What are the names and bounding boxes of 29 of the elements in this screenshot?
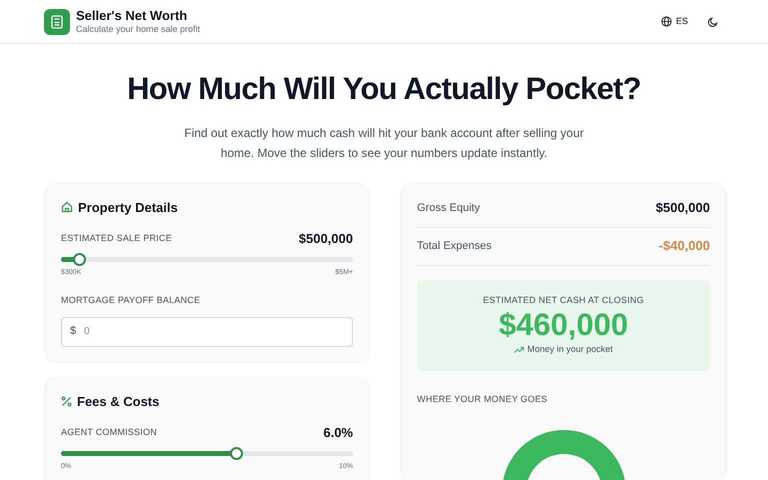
net-cash-label: ESTIMATED NET CASH AT CLOSING	[483, 294, 644, 306]
net-cash-amount: $460,000	[498, 307, 628, 343]
summary-amount: -$40,000	[658, 237, 710, 256]
slider-value: 6.0%	[323, 424, 353, 442]
page-heading: How Much Will You Actually Pocket?	[127, 70, 641, 108]
slider-thumb[interactable]	[230, 446, 244, 460]
card-title: Property Details	[78, 198, 178, 217]
percent-icon	[61, 396, 72, 407]
moon-icon	[708, 16, 718, 26]
globe-icon	[660, 16, 672, 27]
slider-value: $500,000	[298, 230, 353, 248]
slider-label: ESTIMATED SALE PRICE	[61, 232, 172, 245]
theme-toggle-button[interactable]	[706, 14, 720, 28]
card-title: Fees & Costs	[77, 392, 160, 410]
page-description: Find out exactly how much cash will hit your bank account after selling your home. Move the sliders to see your numbers update instantly.	[183, 124, 585, 162]
section-heading: WHERE YOUR MONEY GOES	[417, 392, 548, 406]
app-title: Seller's Net Worth	[76, 8, 188, 24]
summary-label: Gross Equity	[417, 200, 480, 216]
house-icon	[61, 201, 73, 214]
trending-up-icon	[514, 346, 524, 353]
language-button[interactable]: ES	[660, 14, 688, 28]
app-subtitle: Calculate your home sale profit	[76, 24, 200, 36]
net-cash-note: Money in your pocket	[527, 343, 613, 356]
summary-amount: $500,000	[656, 199, 710, 218]
slider-label: AGENT COMMISSION	[61, 426, 157, 439]
field-label: MORTGAGE PAYOFF BALANCE	[61, 294, 202, 307]
slider-thumb[interactable]	[72, 252, 86, 266]
summary-label: Total Expenses	[417, 238, 492, 254]
currency-symbol: $	[70, 324, 76, 338]
